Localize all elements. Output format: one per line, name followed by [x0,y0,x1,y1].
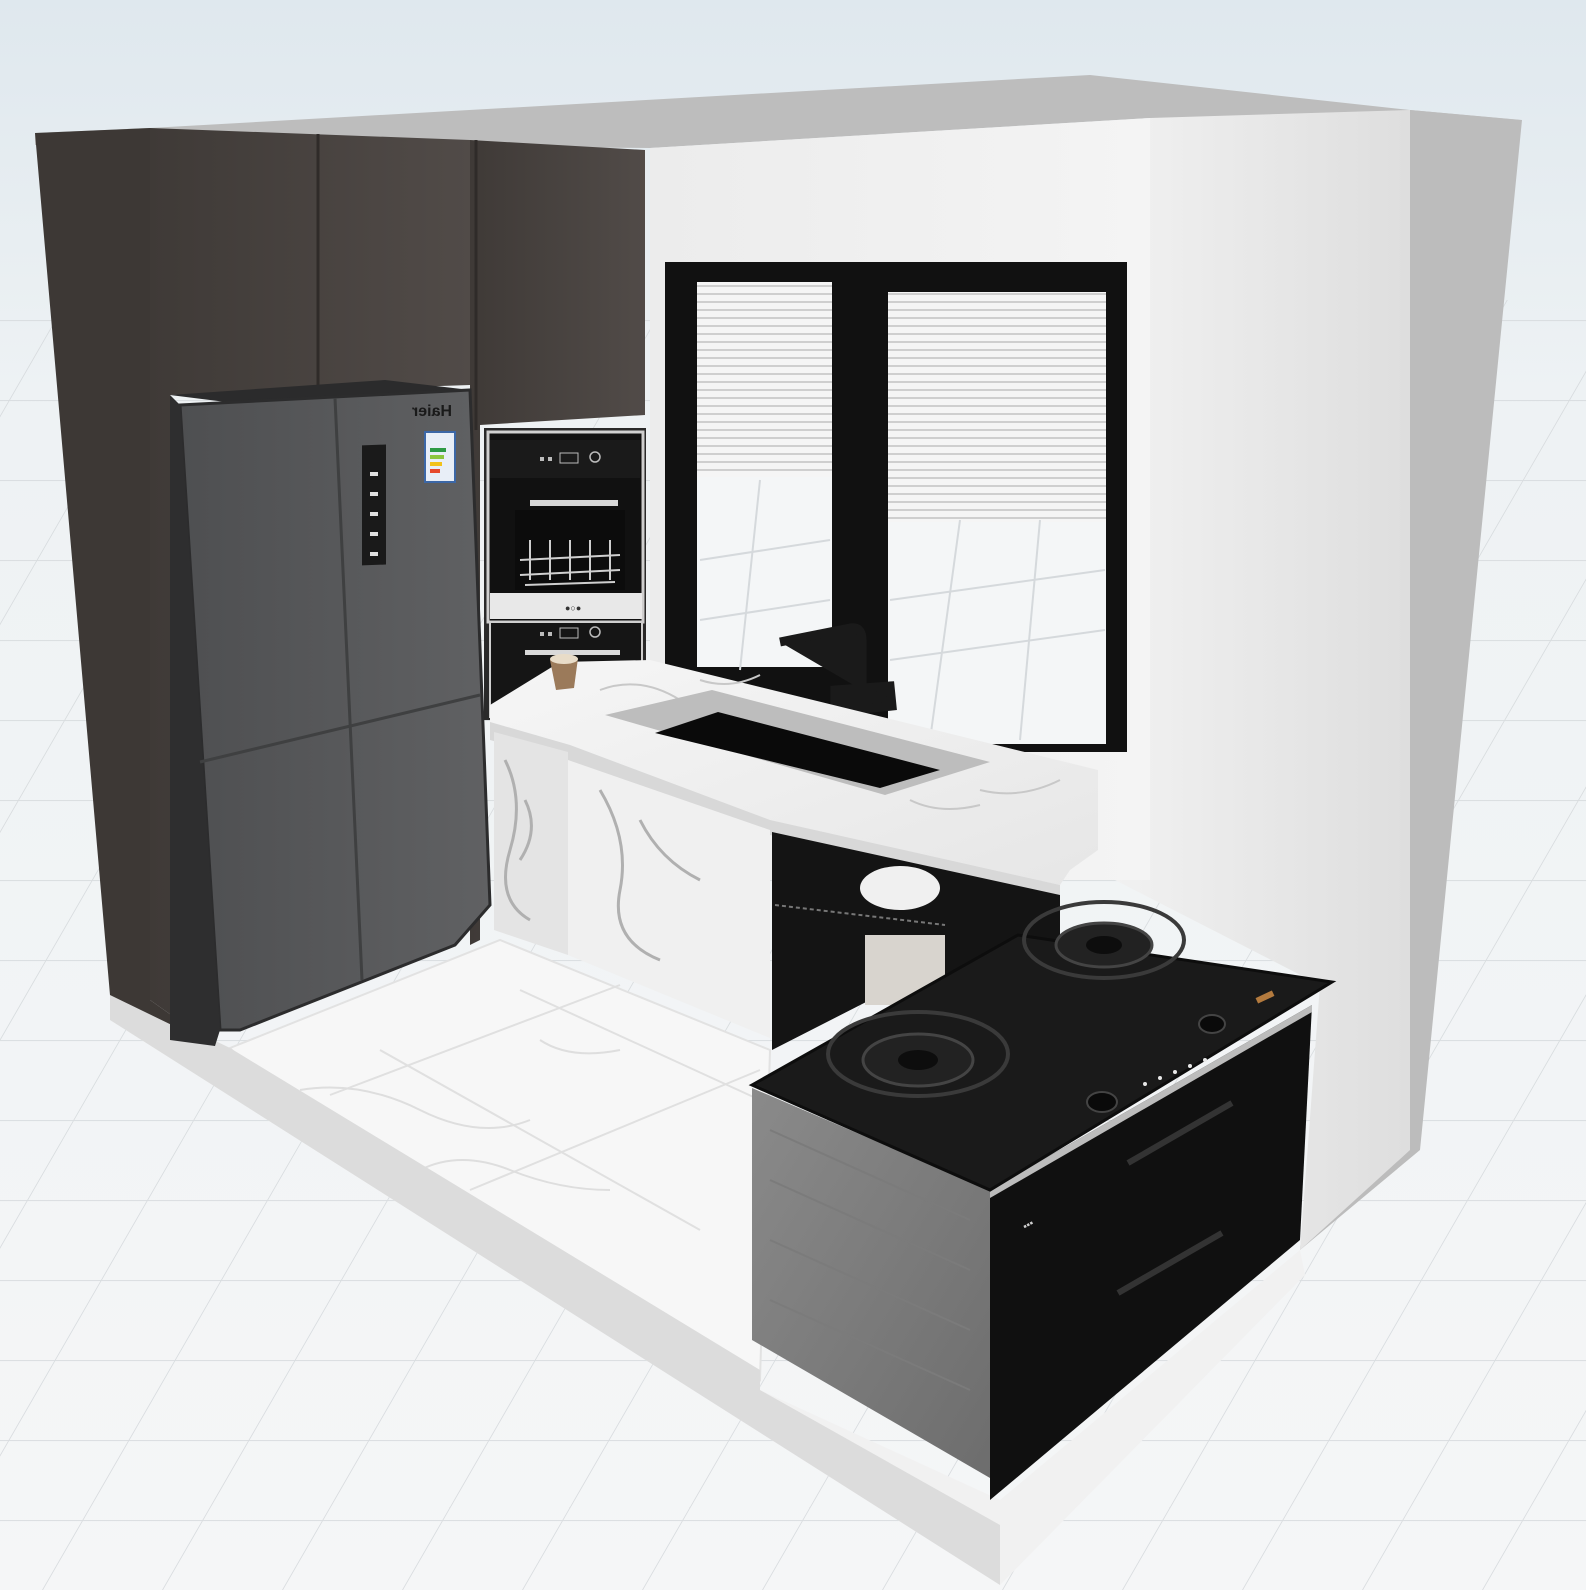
blinds-right [888,292,1106,522]
lower-oven-handle[interactable] [525,650,620,655]
bowl [860,866,940,910]
upper-oven-handle[interactable] [530,500,618,506]
upper-oven-control-strip [490,440,640,478]
fridge-brand-logo: Haier [412,403,452,420]
cup-top [550,654,578,664]
blinds-left [697,282,832,477]
fridge-body [178,388,492,1032]
fridge-display-panel[interactable] [362,444,386,566]
stove-knob-back[interactable] [1198,1014,1226,1034]
base-cabinet-left [494,732,568,955]
kitchen-render: Haier ●○● ▪▪▪ [0,0,1586,1590]
stove-knob-front[interactable] [1086,1091,1118,1113]
oven-brand: ●○● [565,603,581,613]
